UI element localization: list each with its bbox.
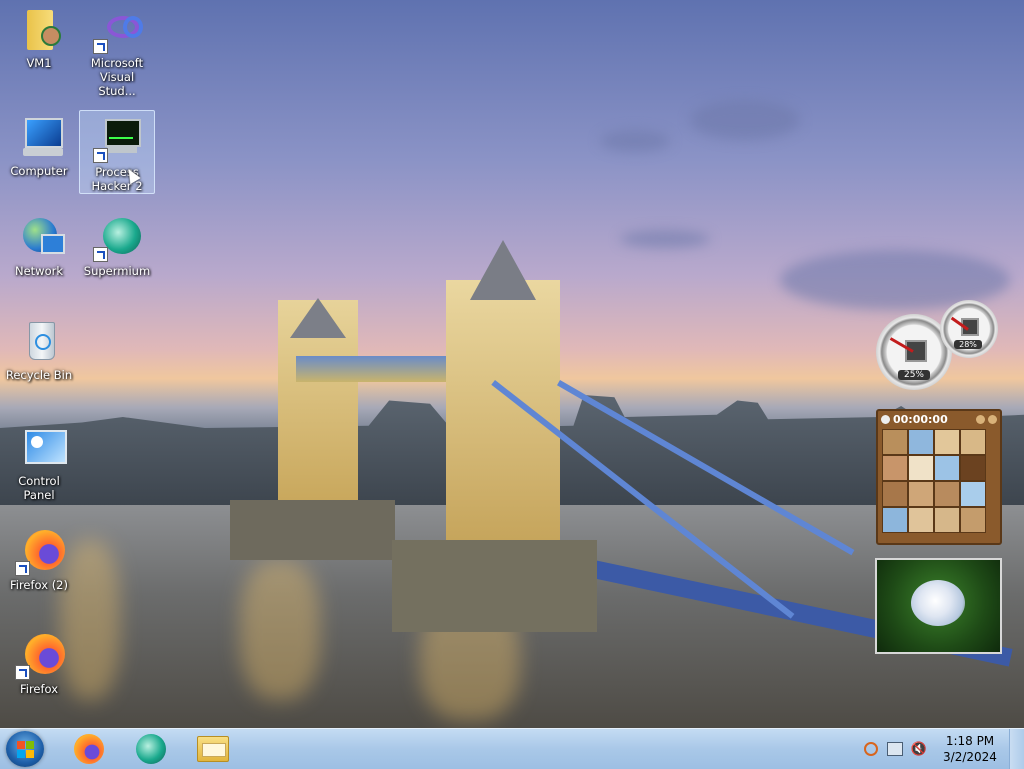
shortcut-arrow-icon <box>15 665 30 680</box>
bridge-tower-right-roof <box>470 240 536 300</box>
puzzle-tile[interactable] <box>882 429 908 455</box>
desktop-icon-label: Firefox (2) <box>9 578 68 592</box>
shuffle-icon[interactable] <box>988 414 997 424</box>
puzzle-tile[interactable] <box>934 455 960 481</box>
network-icon[interactable] <box>885 739 905 759</box>
desktop-icon-vm1[interactable]: VM1 <box>2 6 76 70</box>
start-button[interactable] <box>6 731 44 767</box>
desktop-icon-firefox-2[interactable]: Firefox (2) <box>2 528 76 592</box>
control-panel-icon <box>15 424 67 472</box>
puzzle-tile[interactable] <box>934 507 960 533</box>
shortcut-arrow-icon <box>93 148 108 163</box>
puzzle-tile[interactable] <box>960 481 986 507</box>
clock-date: 3/2/2024 <box>943 750 997 764</box>
puzzle-tile[interactable] <box>908 455 934 481</box>
desktop-icon-computer[interactable]: Computer <box>2 114 76 178</box>
puzzle-tile[interactable] <box>882 481 908 507</box>
taskbar-file-explorer[interactable] <box>186 732 240 766</box>
puzzle-tile-empty[interactable] <box>960 455 986 481</box>
water-reflection <box>240 560 320 700</box>
puzzle-tile[interactable] <box>882 455 908 481</box>
puzzle-grid <box>882 429 996 533</box>
desktop-icon-label: Computer <box>10 164 68 178</box>
puzzle-tile[interactable] <box>882 507 908 533</box>
desktop-icon-control-panel[interactable]: Control Panel <box>2 424 76 502</box>
bridge-walkway <box>296 356 446 382</box>
desktop-icon-process-hacker[interactable]: Process Hacker 2 <box>79 110 155 194</box>
notification-area: 🔇 1:18 PM 3/2/2024 <box>859 729 1024 769</box>
puzzle-tile[interactable] <box>908 481 934 507</box>
desktop-icon-network[interactable]: Network <box>2 214 76 278</box>
cpu-meter-gadget[interactable]: 25% 28% <box>874 300 1000 392</box>
firefox-icon <box>15 528 65 576</box>
puzzle-tile[interactable] <box>960 507 986 533</box>
supermium-icon <box>136 734 166 764</box>
firefox-icon <box>74 734 104 764</box>
shortcut-arrow-icon <box>93 247 108 262</box>
cloud <box>600 130 670 152</box>
cpu-percent: 25% <box>898 370 930 380</box>
visual-studio-icon <box>93 6 143 54</box>
desktop-icon-visual-studio[interactable]: Microsoft Visual Stud... <box>80 6 154 98</box>
puzzle-tile[interactable] <box>934 481 960 507</box>
puzzle-titlebar: 00:00:00 <box>878 411 1000 427</box>
desktop-icon-label: Firefox <box>19 682 59 696</box>
puzzle-tile[interactable] <box>908 507 934 533</box>
process-hacker-icon <box>93 115 141 163</box>
hydrangea-photo <box>911 580 965 626</box>
picture-puzzle-gadget[interactable]: 00:00:00 <box>876 409 1002 545</box>
taskbar-firefox[interactable] <box>62 732 116 766</box>
show-desktop-button[interactable] <box>1009 729 1024 769</box>
desktop-icon-recycle-bin[interactable]: Recycle Bin <box>2 318 76 382</box>
clock-icon <box>881 414 890 424</box>
taskbar: 🔇 1:18 PM 3/2/2024 <box>0 728 1024 769</box>
cloud <box>690 100 800 140</box>
desktop-icon-firefox[interactable]: Firefox <box>2 632 76 696</box>
desktop-icon-label: Recycle Bin <box>5 368 73 382</box>
folder-user-icon <box>15 6 63 54</box>
shortcut-arrow-icon <box>15 561 30 576</box>
supermium-icon <box>93 214 141 262</box>
firefox-icon <box>15 632 65 680</box>
memory-percent: 28% <box>954 340 982 349</box>
puzzle-tile[interactable] <box>934 429 960 455</box>
bridge-tower-right <box>446 280 560 540</box>
desktop-icon-label: Microsoft Visual Stud... <box>90 56 144 98</box>
bridge-base-left <box>230 500 395 560</box>
desktop-wallpaper: VM1 Microsoft Visual Stud... Computer Pr… <box>0 0 1024 728</box>
desktop-icon-supermium[interactable]: Supermium <box>80 214 154 278</box>
memory-gauge: 28% <box>940 300 998 358</box>
clock-time: 1:18 PM <box>945 734 995 748</box>
volume-muted-icon[interactable]: 🔇 <box>909 739 929 759</box>
taskbar-supermium[interactable] <box>124 732 178 766</box>
puzzle-tile[interactable] <box>908 429 934 455</box>
desktop-icon-label: Process Hacker 2 <box>91 165 143 193</box>
bridge-base-right <box>392 540 597 632</box>
file-explorer-icon <box>197 736 229 762</box>
search-icon[interactable] <box>861 739 881 759</box>
puzzle-tile[interactable] <box>960 429 986 455</box>
cloud <box>620 230 710 248</box>
desktop-icon-label: VM1 <box>26 56 52 70</box>
network-icon <box>15 214 65 262</box>
slideshow-gadget[interactable] <box>875 558 1002 654</box>
windows-logo-icon <box>17 741 34 758</box>
puzzle-timer: 00:00:00 <box>893 412 948 426</box>
shortcut-arrow-icon <box>93 39 108 54</box>
taskbar-clock[interactable]: 1:18 PM 3/2/2024 <box>931 733 1009 765</box>
help-icon[interactable] <box>976 414 985 424</box>
desktop-icon-label: Control Panel <box>18 474 60 502</box>
desktop-icon-label: Network <box>14 264 64 278</box>
computer-icon <box>15 114 63 162</box>
recycle-bin-icon <box>15 318 63 366</box>
desktop-icon-label: Supermium <box>83 264 151 278</box>
